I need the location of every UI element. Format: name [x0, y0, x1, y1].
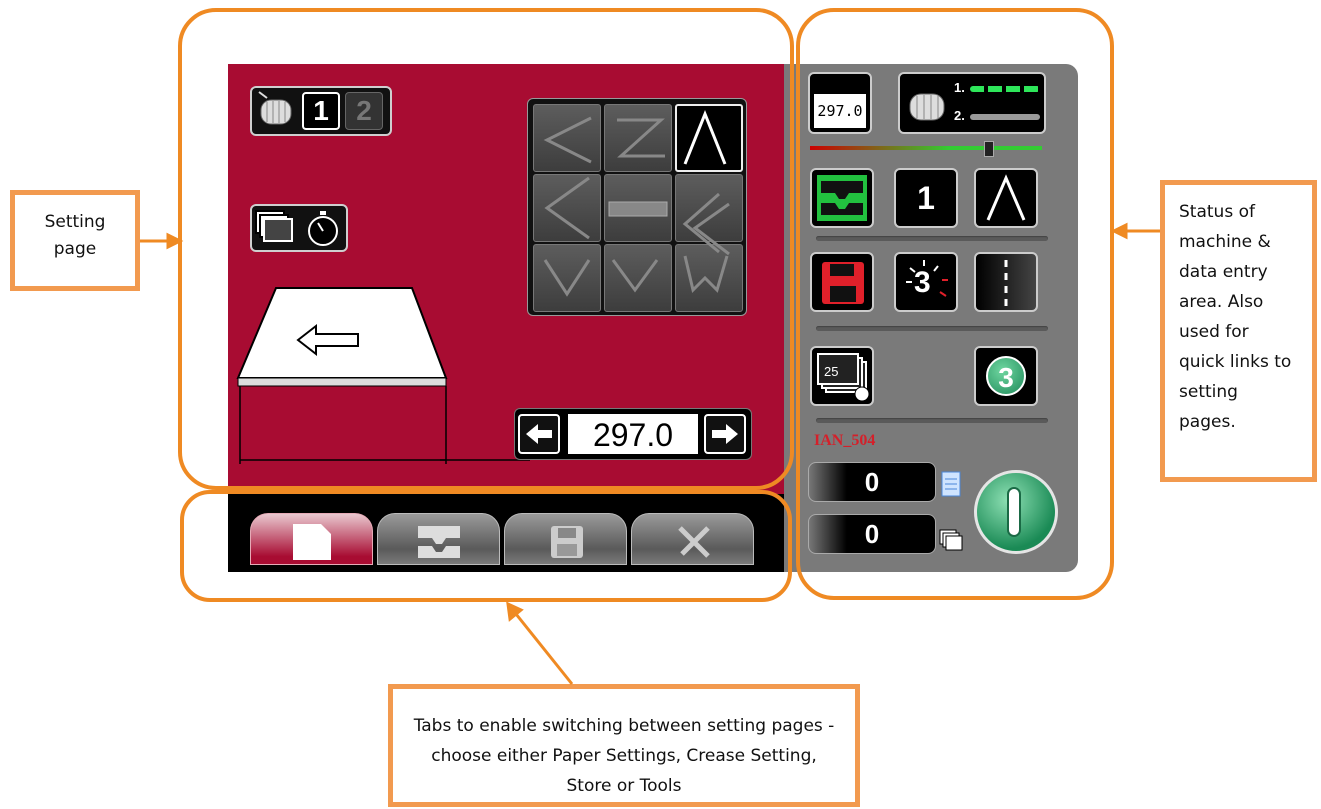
status-panel-highlight [796, 8, 1114, 600]
tabs-highlight [180, 490, 792, 602]
setting-page-highlight [178, 8, 794, 490]
